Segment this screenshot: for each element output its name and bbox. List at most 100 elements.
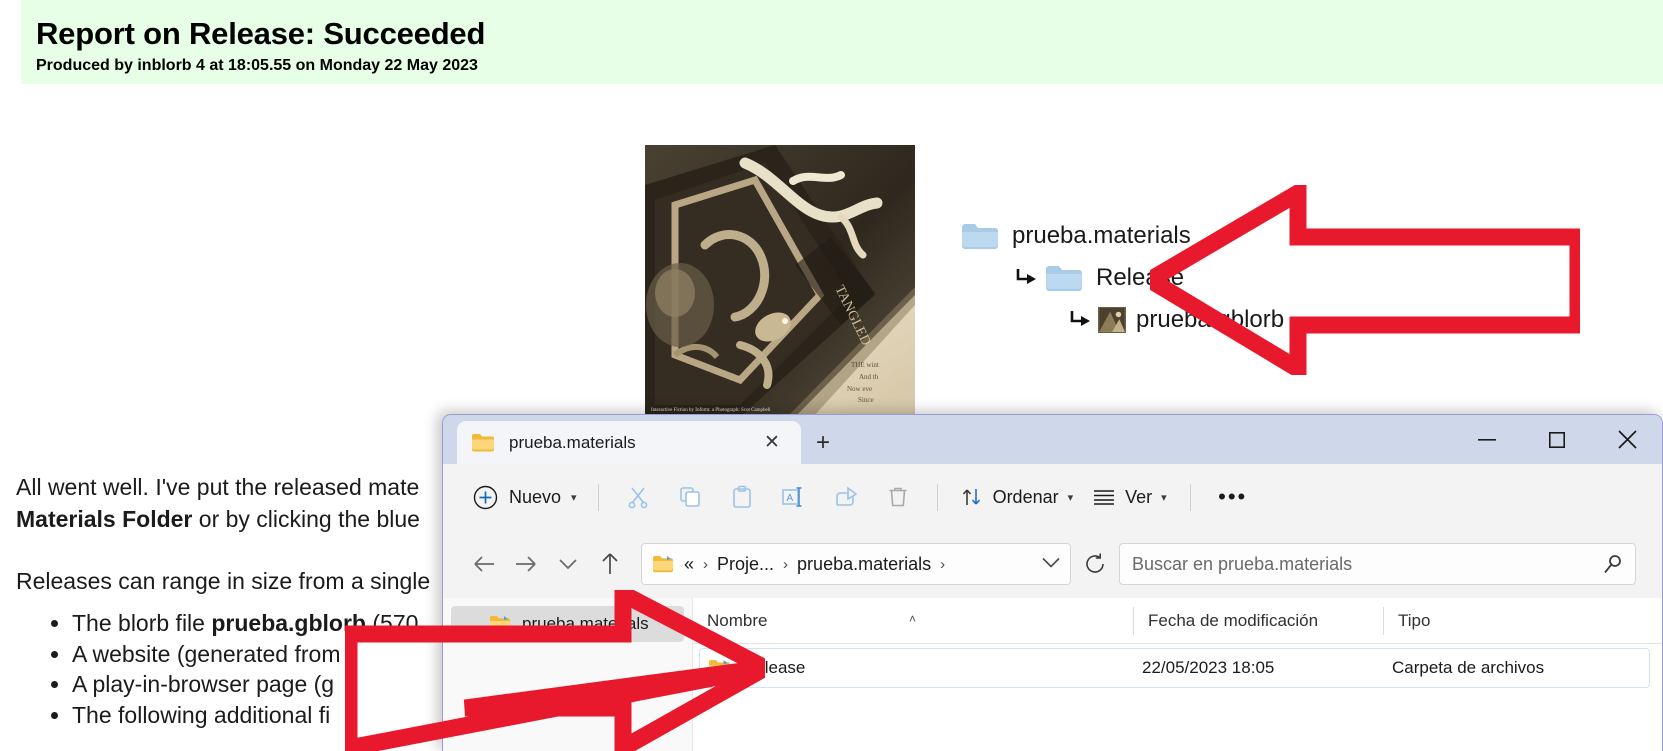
file-name-cell: Release	[700, 658, 1134, 678]
new-button[interactable]: Nuevo ▾	[465, 476, 585, 518]
tree-branch-arrow-icon	[1070, 311, 1090, 326]
list-item: The following additional fi	[72, 700, 418, 731]
copy-button[interactable]	[664, 475, 716, 519]
delete-button[interactable]	[872, 475, 924, 519]
command-bar: Nuevo ▾ A Ordenar ▾ Ver ▾ •••	[443, 464, 1662, 530]
cover-caption: Interactive Fiction by Inform: a Photogr…	[651, 408, 771, 413]
breadcrumb-separator: ›	[940, 555, 946, 573]
address-bar-row: « › Proje... › prueba.materials › Buscar…	[443, 530, 1662, 598]
breadcrumb-item-prueba-materials[interactable]: prueba.materials	[797, 554, 931, 575]
up-arrow-icon	[602, 553, 618, 574]
report-paragraph-1: All went well. I've put the released mat…	[16, 472, 419, 503]
recent-locations-button[interactable]	[547, 543, 589, 585]
sidebar-item-secondary[interactable]	[451, 698, 684, 734]
toolbar-divider	[1189, 483, 1191, 511]
column-header-label: Fecha de modificación	[1148, 610, 1319, 630]
blorb-filename: prueba.gblorb	[211, 610, 366, 636]
column-header-name[interactable]: Nombre ˄	[693, 607, 1133, 635]
breadcrumb-prefix: «	[684, 553, 695, 574]
svg-text:And th: And th	[859, 373, 879, 381]
tab-title: prueba.materials	[509, 432, 636, 452]
svg-text:THE wint: THE wint	[851, 361, 879, 369]
up-button[interactable]	[589, 543, 631, 585]
breadcrumb-separator: ›	[783, 555, 789, 573]
trash-icon	[889, 487, 907, 507]
back-arrow-icon	[474, 556, 494, 572]
folder-icon	[653, 556, 673, 573]
chevron-down-icon	[559, 559, 577, 570]
list-item: A play-in-browser page (g	[72, 669, 418, 700]
close-window-button[interactable]	[1592, 415, 1662, 464]
sort-button[interactable]: Ordenar ▾	[951, 476, 1084, 518]
tree-node-label: Release	[1096, 264, 1185, 291]
tab-prueba-materials[interactable]: prueba.materials ✕	[457, 421, 801, 464]
folder-icon	[472, 434, 494, 452]
table-row[interactable]: Release 22/05/2023 18:05 Carpeta de arch…	[699, 648, 1650, 688]
sidebar-item-label: prueba.materials	[522, 614, 649, 633]
cut-icon	[628, 487, 647, 509]
sort-button-label: Ordenar	[992, 486, 1059, 507]
breadcrumb-item-project[interactable]: Proje...	[717, 554, 774, 575]
folder-icon	[1046, 266, 1082, 291]
back-button[interactable]	[463, 543, 505, 585]
file-type-cell: Carpeta de archivos	[1392, 658, 1545, 677]
refresh-icon	[1086, 553, 1104, 573]
view-button[interactable]: Ver ▾	[1083, 476, 1177, 518]
tree-node-label: prueba.gblorb	[1136, 306, 1285, 333]
column-header-label: Tipo	[1398, 610, 1431, 630]
tree-node-label: prueba.materials	[1012, 222, 1191, 249]
screenshot-root: Report on Release: Succeeded Produced by…	[0, 0, 1663, 751]
blorb-file-icon	[1098, 307, 1126, 333]
plus-circle-icon	[473, 485, 498, 509]
window-controls	[1452, 415, 1662, 464]
sidebar-item-prueba-materials[interactable]: prueba.materials	[451, 606, 684, 642]
svg-text:A: A	[786, 493, 793, 504]
more-options-button[interactable]: •••	[1204, 475, 1262, 519]
rename-icon: A	[781, 487, 802, 507]
column-header-type[interactable]: Tipo	[1383, 606, 1633, 635]
report-paragraph-2: Releases can range in size from a single	[16, 566, 430, 597]
toolbar-divider	[597, 483, 599, 511]
paste-button[interactable]	[716, 475, 768, 519]
minimize-icon	[1478, 438, 1496, 441]
maximize-button[interactable]	[1522, 415, 1592, 464]
address-breadcrumb-bar[interactable]: « › Proje... › prueba.materials ›	[641, 543, 1071, 585]
toolbar-divider	[936, 483, 938, 511]
view-button-label: Ver	[1125, 486, 1153, 507]
tree-node-release: Release	[1014, 257, 1284, 299]
file-name-label: Release	[743, 658, 806, 677]
cut-button[interactable]	[612, 475, 664, 519]
file-explorer-window: prueba.materials ✕ + Nuevo ▾ A Ordenar ▾…	[442, 414, 1663, 751]
forward-button[interactable]	[505, 543, 547, 585]
report-paragraph-1-line2: Materials Folder or by clicking the blue	[16, 504, 420, 535]
tree-branch-arrow-icon	[1016, 269, 1036, 284]
paragraph-text: All went well. I've put the released mat…	[16, 474, 420, 500]
report-banner: Report on Release: Succeeded Produced by…	[21, 0, 1663, 84]
tree-node-prueba-materials: prueba.materials	[960, 215, 1284, 257]
folder-icon	[962, 224, 998, 249]
chevron-down-icon: ▾	[571, 491, 577, 504]
page-title: Report on Release: Succeeded	[36, 16, 486, 51]
paragraph-text: or by clicking the blue	[192, 506, 420, 532]
breadcrumb-separator: ›	[703, 555, 709, 573]
share-icon	[835, 486, 857, 506]
refresh-button[interactable]	[1071, 543, 1119, 585]
close-tab-icon[interactable]: ✕	[757, 428, 787, 458]
folder-icon	[490, 708, 510, 725]
new-button-label: Nuevo	[509, 486, 562, 507]
file-list: Nombre ˄ Fecha de modificación Tipo Rele…	[693, 598, 1662, 751]
sort-ascending-icon: ˄	[909, 611, 917, 626]
search-input[interactable]: Buscar en prueba.materials	[1119, 543, 1636, 585]
column-header-date[interactable]: Fecha de modificación	[1133, 606, 1383, 635]
rename-button[interactable]: A	[768, 475, 820, 519]
column-header-label: Nombre	[707, 610, 768, 630]
view-icon	[1093, 488, 1115, 506]
sort-icon	[961, 486, 983, 508]
share-button[interactable]	[820, 475, 872, 519]
new-tab-button[interactable]: +	[801, 421, 845, 464]
navigation-pane: prueba.materials	[443, 598, 693, 751]
chevron-down-icon[interactable]	[1042, 557, 1060, 571]
minimize-button[interactable]	[1452, 415, 1522, 464]
materials-folder-label: Materials Folder	[16, 506, 193, 532]
folder-icon	[709, 659, 730, 677]
